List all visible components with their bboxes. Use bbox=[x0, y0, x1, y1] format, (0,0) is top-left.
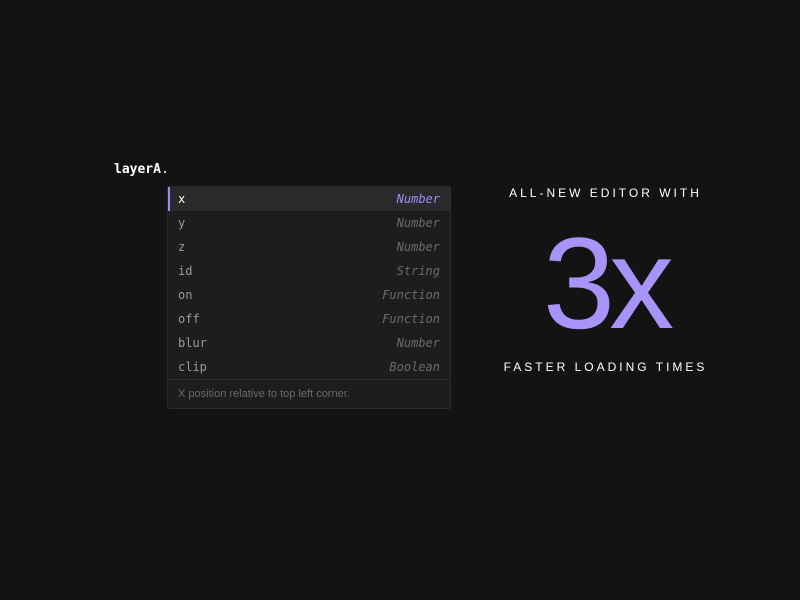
autocomplete-item-type: Boolean bbox=[389, 360, 440, 374]
autocomplete-item[interactable]: on Function bbox=[168, 283, 450, 307]
autocomplete-item[interactable]: clip Boolean bbox=[168, 355, 450, 379]
autocomplete-item-type: String bbox=[397, 264, 440, 278]
autocomplete-item-name: y bbox=[178, 216, 185, 230]
autocomplete-item-type: Number bbox=[397, 336, 440, 350]
autocomplete-item[interactable]: blur Number bbox=[168, 331, 450, 355]
autocomplete-item-type: Number bbox=[397, 192, 440, 206]
autocomplete-item-type: Number bbox=[397, 240, 440, 254]
promo-headline-top: ALL-NEW EDITOR WITH bbox=[509, 186, 702, 200]
autocomplete-item-type: Function bbox=[382, 288, 440, 302]
autocomplete-popup: xNumberyNumberzNumberidStringonFunctiono… bbox=[167, 186, 451, 409]
code-input[interactable]: layerA. bbox=[114, 162, 169, 177]
code-dot: . bbox=[161, 162, 169, 177]
autocomplete-item-name: blur bbox=[178, 336, 207, 350]
autocomplete-item-type: Number bbox=[397, 216, 440, 230]
autocomplete-item-name: z bbox=[178, 240, 185, 254]
autocomplete-item-name: x bbox=[178, 192, 185, 206]
promo-panel: ALL-NEW EDITOR WITH 3x FASTER LOADING TI… bbox=[488, 186, 723, 374]
autocomplete-item-type: Function bbox=[382, 312, 440, 326]
promo-multiplier: 3x bbox=[543, 218, 668, 348]
autocomplete-item-name: off bbox=[178, 312, 200, 326]
code-object: layerA bbox=[114, 162, 161, 177]
autocomplete-item[interactable]: x Number bbox=[168, 187, 450, 211]
autocomplete-item[interactable]: z Number bbox=[168, 235, 450, 259]
autocomplete-item-name: id bbox=[178, 264, 192, 278]
autocomplete-list: xNumberyNumberzNumberidStringonFunctiono… bbox=[168, 187, 450, 379]
autocomplete-item-name: clip bbox=[178, 360, 207, 374]
autocomplete-item[interactable]: id String bbox=[168, 259, 450, 283]
autocomplete-item-name: on bbox=[178, 288, 192, 302]
autocomplete-item[interactable]: off Function bbox=[168, 307, 450, 331]
autocomplete-hint: X position relative to top left corner. bbox=[168, 379, 450, 408]
promo-headline-bottom: FASTER LOADING TIMES bbox=[504, 360, 708, 374]
autocomplete-item[interactable]: y Number bbox=[168, 211, 450, 235]
